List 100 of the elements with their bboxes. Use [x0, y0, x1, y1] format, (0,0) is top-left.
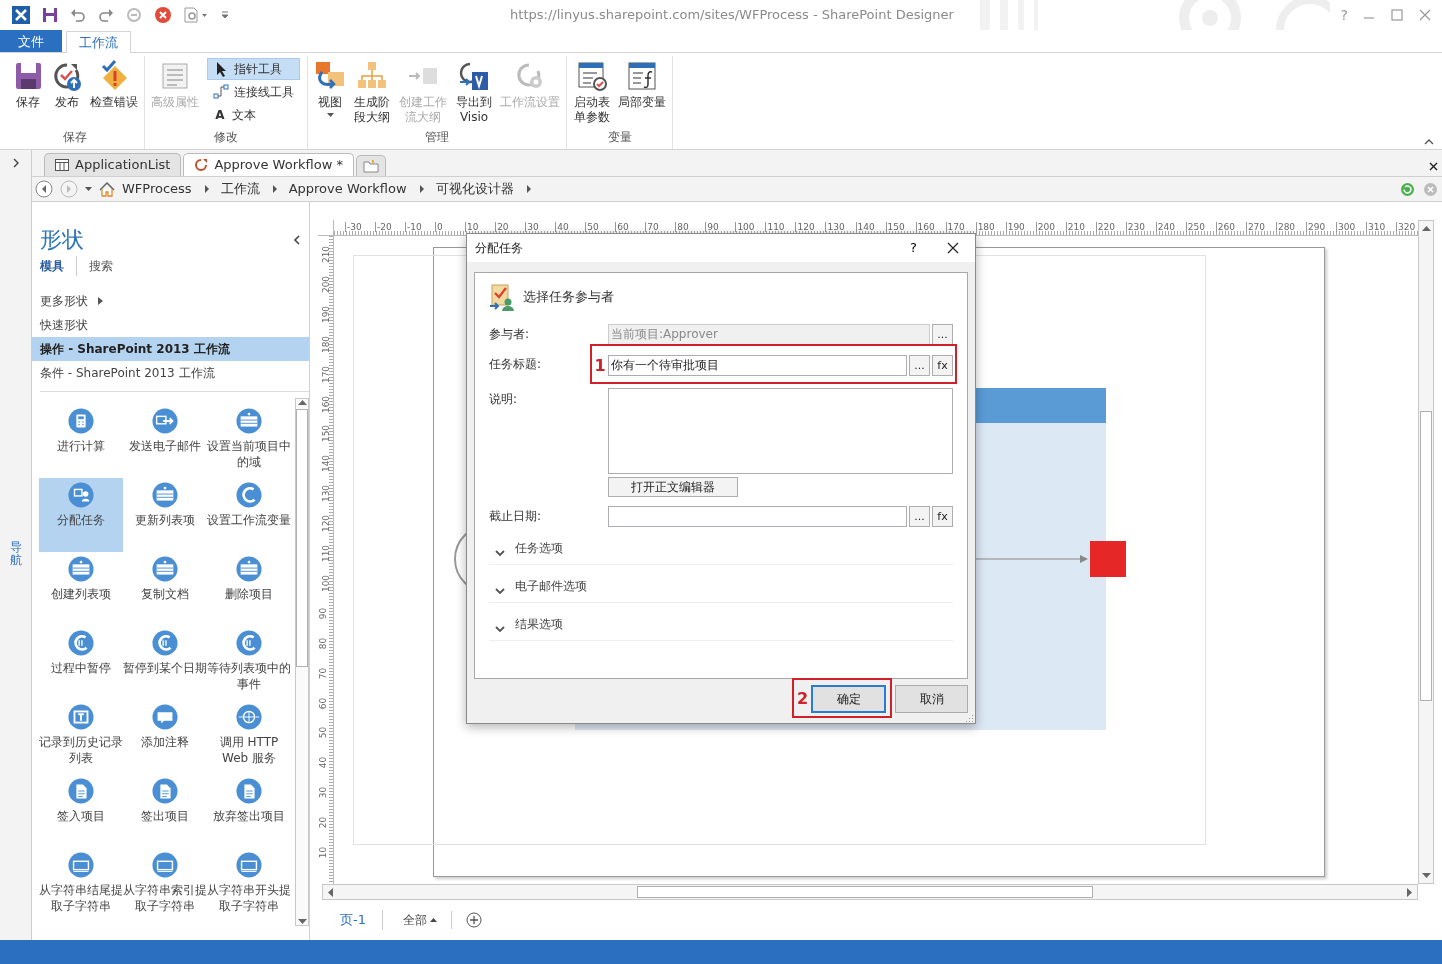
browse-button[interactable]: ...: [909, 355, 930, 377]
shape-item[interactable]: 删除项目: [207, 552, 291, 626]
submenu-arrow-icon[interactable]: [98, 296, 103, 306]
connector-arrow[interactable]: [974, 554, 1090, 564]
customize-icon[interactable]: [220, 9, 230, 21]
undo-icon[interactable]: [70, 7, 86, 23]
caret-icon[interactable]: [85, 187, 92, 191]
resize-grip-icon[interactable]: [966, 714, 974, 722]
panel-tab[interactable]: 搜索: [89, 256, 125, 276]
shape-item[interactable]: 创建列表项: [39, 552, 123, 626]
shape-item[interactable]: 从字符串开头提取子字符串: [207, 848, 291, 922]
shape-item[interactable]: 签出项目: [123, 774, 207, 848]
shape-item[interactable]: 从字符串索引提取子字符串: [123, 848, 207, 922]
shape-item[interactable]: 添加注释: [123, 700, 207, 774]
section-header[interactable]: 任务选项: [489, 529, 953, 565]
shape-item[interactable]: 过程中暂停: [39, 626, 123, 700]
breadcrumb-link[interactable]: WFProcess: [122, 179, 192, 199]
shape-item[interactable]: 暂停到某个日期: [123, 626, 207, 700]
breadcrumb-link[interactable]: 工作流: [220, 179, 260, 199]
ribbon-button[interactable]: 保存: [9, 56, 47, 114]
cancel-button[interactable]: 取消: [895, 685, 968, 714]
scroll-right-icon[interactable]: [1407, 887, 1413, 897]
shape-item[interactable]: 放弃签出项目: [207, 774, 291, 848]
ribbon-button[interactable]: 生成阶段大纲: [350, 56, 394, 127]
refresh-icon[interactable]: [1400, 181, 1415, 197]
scroll-down-icon[interactable]: [297, 919, 307, 925]
app-icon[interactable]: [12, 6, 30, 24]
ribbon-button[interactable]: 连接线工具: [207, 81, 300, 103]
input-field[interactable]: [608, 505, 907, 527]
expand-icon[interactable]: [11, 158, 20, 168]
collapse-icon[interactable]: [293, 235, 301, 245]
collapse-ribbon-icon[interactable]: [1424, 139, 1434, 145]
scroll-down-icon[interactable]: [1421, 873, 1431, 879]
shape-item[interactable]: 从字符串结尾提取子字符串: [39, 848, 123, 922]
navigation-pane-label[interactable]: 导航: [9, 540, 22, 568]
stencil-item[interactable]: 操作 - SharePoint 2013 工作流: [32, 337, 309, 361]
shape-item[interactable]: 签入项目: [39, 774, 123, 848]
help-button[interactable]: ?: [910, 238, 917, 258]
scroll-left-icon[interactable]: [327, 887, 333, 897]
document-tab[interactable]: Approve Workflow *: [183, 153, 354, 176]
shape-item[interactable]: 设置当前项目中的域: [207, 404, 291, 478]
shape-item[interactable]: 分配任务: [39, 478, 123, 552]
shape-item[interactable]: 复制文档: [123, 552, 207, 626]
shape-item[interactable]: 记录到历史记录列表: [39, 700, 123, 774]
section-header[interactable]: 结果选项: [489, 605, 953, 641]
home-icon[interactable]: [99, 181, 115, 197]
add-page-icon[interactable]: [465, 912, 482, 928]
scroll-thumb[interactable]: [637, 886, 1093, 898]
shape-item[interactable]: 进行计算: [39, 404, 123, 478]
ribbon-button[interactable]: 启动表单参数: [570, 56, 614, 127]
document-tab[interactable]: ApplicationList: [44, 153, 182, 176]
ribbon-button[interactable]: 指针工具: [207, 58, 300, 80]
formula-button[interactable]: fx: [932, 505, 953, 527]
browse-button[interactable]: ...: [909, 505, 930, 527]
close-icon[interactable]: [1429, 162, 1438, 171]
panel-tab[interactable]: 模具: [40, 256, 77, 276]
close-icon[interactable]: [947, 241, 959, 254]
formula-button[interactable]: fx: [932, 355, 953, 377]
preview-icon[interactable]: [184, 7, 208, 23]
scroll-thumb[interactable]: [296, 409, 308, 667]
page-tab[interactable]: 页-1: [340, 910, 383, 930]
ribbon-button[interactable]: 视图: [311, 56, 349, 121]
scrollbar[interactable]: [1418, 220, 1434, 884]
scrollbar[interactable]: [322, 884, 1418, 900]
chevron-right-icon[interactable]: [524, 184, 532, 194]
browse-button[interactable]: ...: [932, 323, 953, 345]
redo-icon[interactable]: [98, 7, 114, 23]
file-tab[interactable]: 文件: [0, 30, 62, 52]
scroll-thumb[interactable]: [1420, 411, 1432, 701]
ribbon-tab[interactable]: 工作流: [66, 31, 131, 53]
chevron-right-icon[interactable]: [202, 184, 210, 194]
breadcrumb-link[interactable]: Approve Workflow: [288, 179, 407, 199]
shape-item[interactable]: 等待列表项中的事件: [207, 626, 291, 700]
panel-link[interactable]: 更多形状: [40, 292, 88, 310]
input-field[interactable]: 你有一个待审批项目: [608, 355, 907, 377]
chevron-right-icon[interactable]: [417, 184, 425, 194]
scroll-up-icon[interactable]: [297, 399, 307, 405]
chevron-right-icon[interactable]: [270, 184, 278, 194]
scrollbar[interactable]: [295, 398, 309, 926]
shape-item[interactable]: 更新列表项: [123, 478, 207, 552]
ok-button[interactable]: 确定: [811, 685, 886, 714]
all-pages-button[interactable]: 全部: [402, 911, 452, 929]
back-icon[interactable]: [35, 180, 53, 198]
editor-button[interactable]: 打开正文编辑器: [608, 476, 738, 497]
stop-icon[interactable]: [154, 6, 172, 24]
end-node[interactable]: [1090, 541, 1126, 577]
shape-item[interactable]: 发送电子邮件: [123, 404, 207, 478]
panel-link[interactable]: 快速形状: [32, 313, 309, 337]
ribbon-button[interactable]: 发布: [48, 56, 86, 114]
ribbon-button[interactable]: 导出到 Visio: [452, 56, 496, 127]
shape-item[interactable]: 调用 HTTP Web 服务: [207, 700, 291, 774]
ribbon-button[interactable]: 检查错误: [87, 56, 141, 114]
shape-item[interactable]: 设置工作流变量: [207, 478, 291, 552]
breadcrumb-link[interactable]: 可视化设计器: [435, 179, 514, 199]
ribbon-button[interactable]: A 文本: [207, 104, 300, 126]
section-header[interactable]: 电子邮件选项: [489, 567, 953, 603]
text-area[interactable]: [608, 387, 953, 474]
stencil-item[interactable]: 条件 - SharePoint 2013 工作流: [32, 361, 309, 385]
scroll-up-icon[interactable]: [1421, 225, 1431, 231]
ribbon-button[interactable]: 局部变量: [615, 56, 669, 114]
